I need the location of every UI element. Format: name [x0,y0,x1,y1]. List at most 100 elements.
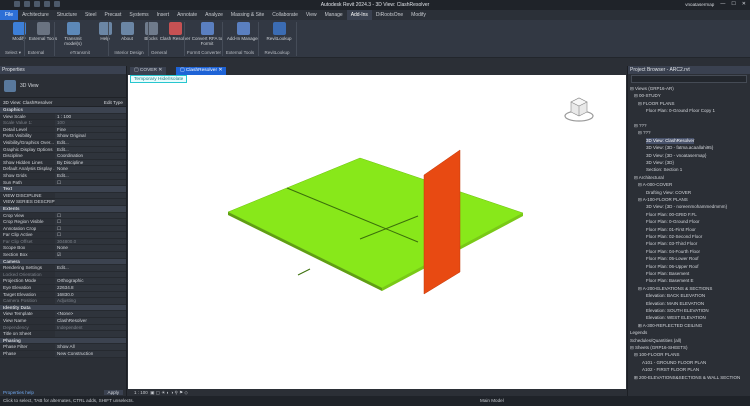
drawing-canvas[interactable] [128,66,626,396]
browser-item[interactable]: ⊟ Sheets (GRP16-SHEETS) [630,345,688,351]
active-model[interactable]: Main Model [480,396,504,406]
browser-item[interactable]: Schedules/Quantities (all) [630,338,681,344]
property-value[interactable]: Coordination [55,153,126,159]
browser-item[interactable]: ⊟ A-100-FLOOR PLANS [638,197,688,203]
property-value[interactable]: ☐ [55,219,126,225]
menu-massing-site[interactable]: Massing & Site [227,10,268,20]
view-scale[interactable]: 1 : 100 [134,390,148,395]
browser-item[interactable]: Floor Plan: Basement [646,271,689,277]
property-value[interactable]: By Discipline [55,159,126,166]
property-value[interactable]: New Construction [55,350,126,357]
user-name[interactable]: vnoatasermap [685,2,714,7]
property-value[interactable]: ☐ [55,225,126,232]
wall-element[interactable] [423,149,461,295]
apply-button[interactable]: Apply [103,390,123,395]
property-value[interactable]: ☑ [55,252,126,258]
browser-item[interactable]: ⊞ 200-ELEVATIONS&SECTIONS & WALL SECTION [634,375,740,381]
browser-item[interactable]: ⊞ A-300-REFLECTED CEILING [638,323,702,329]
property-value[interactable]: ☐ [55,179,126,186]
property-section-extents[interactable]: Extents [0,205,126,213]
menu-file[interactable]: File [0,10,19,20]
menu-steel[interactable]: Steel [81,10,100,20]
browser-item[interactable]: Section: Section 1 [646,167,682,173]
property-value[interactable]: Orthographic [55,278,126,285]
menu-annotate[interactable]: Annotate [173,10,201,20]
menu-modify[interactable]: Modify [407,10,430,20]
menu-structure[interactable]: Structure [53,10,81,20]
maximize-icon[interactable]: ☐ [731,1,735,7]
property-value[interactable]: None [55,166,126,172]
property-value[interactable]: 16830.0 [55,291,126,298]
property-value[interactable]: Show Original [55,133,126,139]
browser-item[interactable]: Elevation: WEST ELEVATION [646,315,706,321]
add-in-manager-button[interactable]: Add-In Manager [226,21,260,41]
menu-analyze[interactable]: Analyze [201,10,227,20]
browser-item[interactable]: Floor Plan: 0-Ground Floor [646,219,700,225]
menu-collaborate[interactable]: Collaborate [268,10,302,20]
property-value[interactable]: <None> [55,311,126,317]
property-value[interactable] [55,192,126,199]
menu-add-ins[interactable]: Add-Ins [346,10,372,20]
property-section-phasing[interactable]: Phasing [0,337,126,345]
browser-item[interactable]: Elevation: BACK ELEVATION [646,293,705,299]
browser-item[interactable]: Floor Plan: 05-Lower Roof [646,256,699,262]
property-value[interactable] [55,331,126,337]
browser-item[interactable]: Floor Plan: 04-Fourth Floor [646,249,700,255]
browser-item[interactable]: 3D View: {3D - noreenmohammedmmm} [646,204,727,210]
property-value[interactable]: Edit... [55,146,126,153]
property-value[interactable]: Edit... [55,265,126,271]
menu-manage[interactable]: Manage [321,10,347,20]
browser-item[interactable]: Legends [630,330,647,336]
close-icon[interactable]: ✕ [742,1,746,7]
property-value[interactable]: ☐ [55,212,126,219]
browser-item[interactable]: A102 - FIRST FLOOR PLAN [642,367,699,373]
transmit-model-s-button[interactable]: Transmit model(s) [56,21,90,46]
menu-systems[interactable]: Systems [125,10,152,20]
convert-rfa-to-formit-button[interactable]: Convert RFA to Formit [190,21,224,46]
browser-item[interactable]: 3D View: {3D} [646,160,674,166]
browser-item[interactable]: ⊟ 100-FLOOR PLANS [634,352,680,358]
browser-item[interactable]: Elevation: SOUTH ELEVATION [646,308,709,314]
edit-type-button[interactable]: Edit Type [104,100,123,105]
browser-item[interactable]: ⊟ ??? [638,130,651,136]
property-value[interactable]: ☐ [55,232,126,238]
browser-item[interactable]: ⊟ FLOOR PLANS [638,101,675,107]
property-value[interactable] [55,199,126,205]
browser-item[interactable]: Floor Plan: 00-GRID F.FL [646,212,697,218]
browser-item[interactable]: Floor Plan: 02-Second Floor [646,234,702,240]
menu-view[interactable]: View [302,10,321,20]
type-selector[interactable]: 3D View [0,74,126,98]
property-section-identity-data[interactable]: Identity Data [0,304,126,312]
tab-cover[interactable]: ▢ COVER ✕ [130,67,167,75]
browser-item[interactable]: ⊟ A-200-ELEVATIONS & SECTIONS [638,286,712,292]
property-value[interactable]: Show All [55,344,126,350]
browser-item[interactable]: 3D View: {3D - fatma.acaallahi95} [646,145,713,151]
menu-insert[interactable]: Insert [153,10,174,20]
properties-help-link[interactable]: Properties help [3,390,34,395]
menu-dirootsone[interactable]: DiRootsOne [372,10,407,20]
property-value[interactable]: 22634.8 [55,285,126,291]
browser-item[interactable]: 3D View: {3D - vnoatasermap} [646,153,706,159]
browser-item[interactable]: ⊟ Architectural [634,175,664,181]
browser-item[interactable]: A101 - GROUND FLOOR PLAN [642,360,706,366]
browser-item[interactable]: Floor Plan: Basement E [646,278,694,284]
view-control-bar[interactable]: 1 : 100 ▣ ▢ ☀ ◐ ◑ ⚲ ⚑ ◇ [128,389,626,396]
property-value[interactable]: None [55,245,126,252]
browser-item[interactable]: Elevation: MAIN ELEVATION [646,301,704,307]
browser-item[interactable]: Floor Plan: 01-First Floor [646,227,696,233]
browser-item[interactable]: ⊟ ??? [634,123,647,129]
property-value[interactable]: Fine [55,126,126,133]
browser-item[interactable]: ⊟ Views (GRP16-AR) [630,86,674,92]
browser-item[interactable]: Floor Plan: 0-Ground Floor Copy 1 [646,108,715,114]
property-section-graphics[interactable]: Graphics [0,107,126,114]
property-section-camera[interactable]: Camera [0,258,126,266]
clash-resolver-button[interactable]: Clash Resolver [158,21,192,41]
browser-item[interactable]: Floor Plan: 06-Upper Roof [646,264,699,270]
property-section-text[interactable]: Text [0,186,126,193]
viewcube[interactable] [564,97,594,122]
minimize-icon[interactable]: — [720,1,725,7]
property-value[interactable]: 1 : 100 [55,113,126,120]
instance-selector[interactable]: 3D View: ClashResolver [3,100,52,105]
property-value[interactable]: Edit... [55,172,126,179]
property-value[interactable]: ClashResolver [55,318,126,324]
